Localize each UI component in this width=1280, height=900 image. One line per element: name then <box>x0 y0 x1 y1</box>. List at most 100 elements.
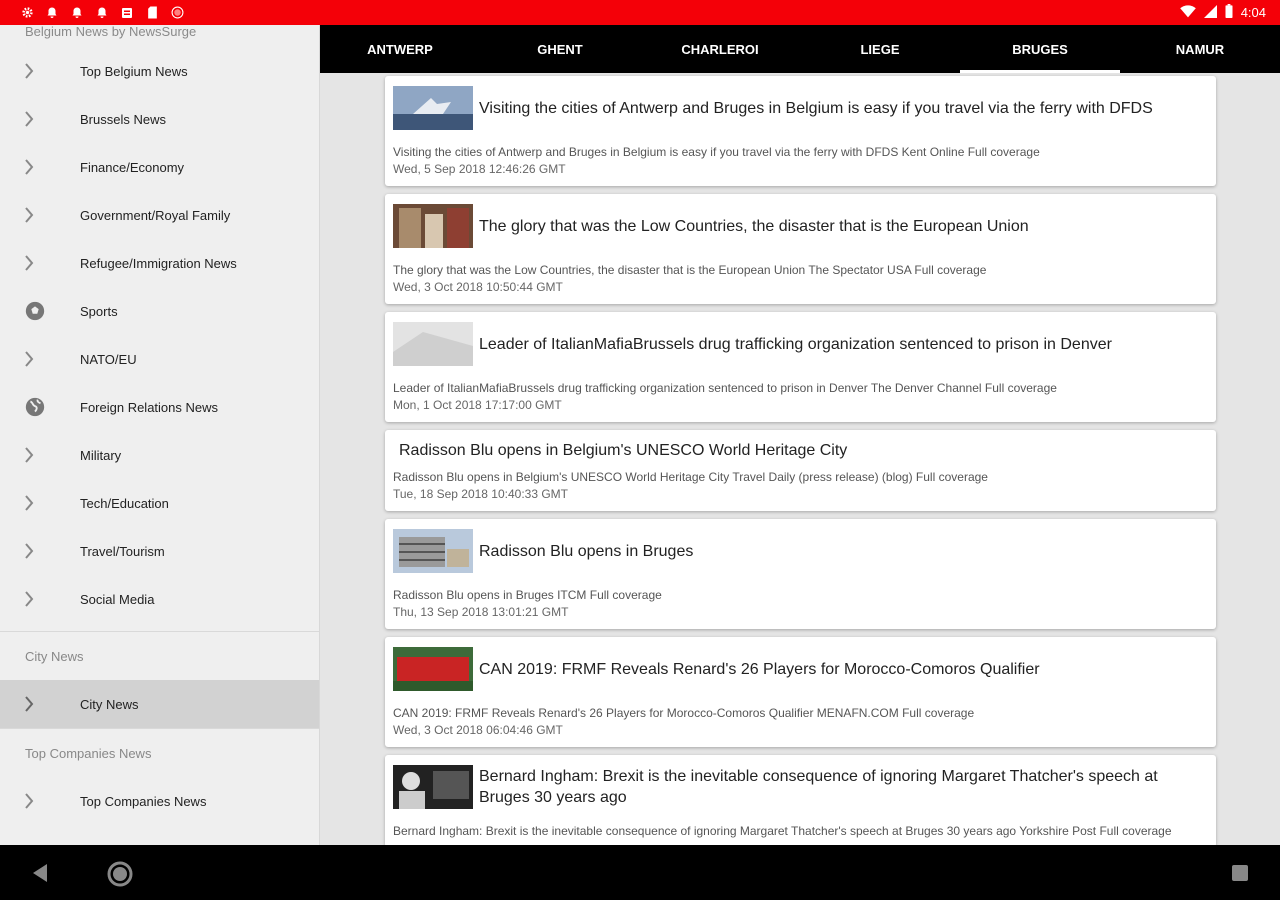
tab-antwerp[interactable]: ANTWERP <box>320 25 480 73</box>
home-icon[interactable] <box>107 861 133 892</box>
sidebar-item-refugee-immigration-news[interactable]: Refugee/Immigration News <box>0 239 319 287</box>
settings-icon <box>20 6 34 20</box>
drawer-title: Belgium News by NewsSurge <box>25 25 197 39</box>
article-summary: CAN 2019: FRMF Reveals Renard's 26 Playe… <box>393 706 975 720</box>
chevron-right-icon <box>0 111 80 127</box>
article-thumbnail <box>393 322 473 366</box>
signal-icon <box>1203 4 1217 21</box>
card-header: CAN 2019: FRMF Reveals Renard's 26 Playe… <box>393 647 1208 691</box>
tab-ghent[interactable]: GHENT <box>480 25 640 73</box>
news-card[interactable]: Bernard Ingham: Brexit is the inevitable… <box>385 755 1216 845</box>
article-title[interactable]: Bernard Ingham: Brexit is the inevitable… <box>479 766 1208 808</box>
navigation-drawer: Belgium News by NewsSurge Top Belgium Ne… <box>0 25 320 845</box>
sidebar-item-label: Foreign Relations News <box>80 399 219 415</box>
chevron-right-icon <box>0 207 80 223</box>
sidebar-item-social-media[interactable]: Social Media <box>0 575 319 623</box>
chevron-right-icon <box>0 255 80 271</box>
article-title[interactable]: Leader of ItalianMafiaBrussels drug traf… <box>479 334 1112 355</box>
tab-namur[interactable]: NAMUR <box>1120 25 1280 73</box>
sidebar-item-label: Top Belgium News <box>80 63 188 79</box>
sidebar-item-travel-tourism[interactable]: Travel/Tourism <box>0 527 319 575</box>
news-card[interactable]: Visiting the cities of Antwerp and Bruge… <box>385 76 1216 186</box>
chevron-right-icon <box>0 591 80 607</box>
sidebar-item-finance-economy[interactable]: Finance/Economy <box>0 143 319 191</box>
news-card[interactable]: Radisson Blu opens in Bruges Radisson Blu… <box>385 519 1216 629</box>
sidebar-item-city-news[interactable]: City News <box>0 680 319 728</box>
notification-bell-icon <box>70 6 84 20</box>
notification-bell-icon <box>45 6 59 20</box>
article-date: Mon, 1 Oct 2018 17:17:00 GMT <box>393 398 562 412</box>
back-icon[interactable] <box>30 862 50 889</box>
chevron-right-icon <box>0 543 80 559</box>
article-list: Visiting the cities of Antwerp and Bruge… <box>320 73 1280 845</box>
sidebar-item-label: Finance/Economy <box>80 159 185 175</box>
chevron-right-icon <box>0 159 80 175</box>
system-nav-bar <box>0 845 1280 900</box>
article-date: Thu, 13 Sep 2018 13:01:21 GMT <box>393 605 569 619</box>
soccer-ball-icon <box>0 300 80 322</box>
sidebar-item-label: Brussels News <box>80 111 166 127</box>
sidebar-item-foreign-relations-news[interactable]: Foreign Relations News <box>0 383 319 431</box>
article-summary: The glory that was the Low Countries, th… <box>393 263 987 277</box>
news-app-icon <box>120 6 134 20</box>
sidebar-item-label: NATO/EU <box>80 351 137 367</box>
article-title[interactable]: Visiting the cities of Antwerp and Bruge… <box>479 98 1153 119</box>
article-date: Wed, 5 Sep 2018 12:46:26 GMT <box>393 162 566 176</box>
article-date: Wed, 3 Oct 2018 06:04:46 GMT <box>393 723 563 737</box>
article-title[interactable]: Radisson Blu opens in Bruges <box>479 541 693 562</box>
article-date: Wed, 3 Oct 2018 10:50:44 GMT <box>393 280 563 294</box>
sidebar-item-military[interactable]: Military <box>0 431 319 479</box>
sidebar-item-top-belgium-news[interactable]: Top Belgium News <box>0 47 319 95</box>
city-tabs: ANTWERP GHENT CHARLEROI LIEGE BRUGES NAMUR <box>320 25 1280 73</box>
card-header: Visiting the cities of Antwerp and Bruge… <box>393 86 1208 130</box>
globe-icon <box>0 396 80 418</box>
sidebar-item-label: Military <box>80 447 122 463</box>
sidebar-item-label: Tech/Education <box>80 495 169 511</box>
sidebar-item-label: Government/Royal Family <box>80 207 231 223</box>
sidebar-item-nato-eu[interactable]: NATO/EU <box>0 335 319 383</box>
sidebar-item-top-companies-news[interactable]: Top Companies News <box>0 777 319 825</box>
sidebar-item-tech-education[interactable]: Tech/Education <box>0 479 319 527</box>
sidebar-item-label: Sports <box>80 303 118 319</box>
chevron-right-icon <box>0 63 80 79</box>
sidebar-item-government-royal-family[interactable]: Government/Royal Family <box>0 191 319 239</box>
recents-icon[interactable] <box>1231 864 1249 887</box>
sidebar-item-label: Social Media <box>80 591 155 607</box>
tab-charleroi[interactable]: CHARLEROI <box>640 25 800 73</box>
article-summary: Bernard Ingham: Brexit is the inevitable… <box>393 824 1172 838</box>
chevron-right-icon <box>0 696 80 712</box>
article-summary: Leader of ItalianMafiaBrussels drug traf… <box>393 381 1057 395</box>
sidebar-item-label: Top Companies News <box>80 793 207 809</box>
article-thumbnail <box>393 647 473 691</box>
battery-icon <box>1225 4 1233 21</box>
chevron-right-icon <box>0 351 80 367</box>
sidebar-item-label: Travel/Tourism <box>80 543 165 559</box>
card-header: Bernard Ingham: Brexit is the inevitable… <box>393 765 1208 809</box>
news-card[interactable]: CAN 2019: FRMF Reveals Renard's 26 Playe… <box>385 637 1216 747</box>
news-card[interactable]: The glory that was the Low Countries, th… <box>385 194 1216 304</box>
news-card[interactable]: Radisson Blu opens in Belgium's UNESCO W… <box>385 430 1216 511</box>
article-title[interactable]: The glory that was the Low Countries, th… <box>479 216 1029 237</box>
record-icon <box>170 6 184 20</box>
article-summary: Visiting the cities of Antwerp and Bruge… <box>393 145 1040 159</box>
article-summary: Radisson Blu opens in Belgium's UNESCO W… <box>393 470 988 484</box>
news-card[interactable]: Leader of ItalianMafiaBrussels drug traf… <box>385 312 1216 422</box>
section-label-city-news: City News <box>25 648 84 664</box>
card-header: Radisson Blu opens in Bruges <box>393 529 1208 573</box>
tab-bruges[interactable]: BRUGES <box>960 25 1120 73</box>
tab-liege[interactable]: LIEGE <box>800 25 960 73</box>
article-title[interactable]: CAN 2019: FRMF Reveals Renard's 26 Playe… <box>479 659 1040 680</box>
sidebar-item-sports[interactable]: Sports <box>0 287 319 335</box>
sidebar-item-label: City News <box>80 696 139 712</box>
sidebar-item-brussels-news[interactable]: Brussels News <box>0 95 319 143</box>
notification-bell-icon <box>95 6 109 20</box>
article-summary: Radisson Blu opens in Bruges ITCM Full c… <box>393 588 662 602</box>
drawer-nav-list: Top Belgium News Brussels News Finance/Eco… <box>0 47 319 623</box>
article-thumbnail <box>393 765 473 809</box>
wifi-icon <box>1179 4 1196 21</box>
article-thumbnail <box>393 529 473 573</box>
article-title[interactable]: Radisson Blu opens in Belgium's UNESCO W… <box>399 440 847 461</box>
chevron-right-icon <box>0 447 80 463</box>
sidebar-item-label: Refugee/Immigration News <box>80 255 237 271</box>
status-bar: 4:04 <box>0 0 1280 25</box>
